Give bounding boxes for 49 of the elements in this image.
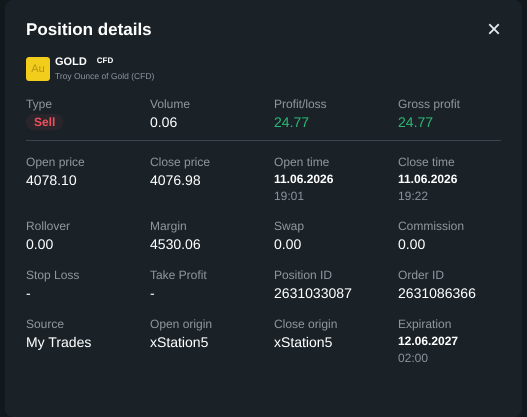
field-value: 24.77 <box>274 114 310 130</box>
field-label: Open price <box>26 155 86 169</box>
field-label: Profit/loss <box>274 97 328 111</box>
field-value: 2631086366 <box>398 285 477 301</box>
field-value: 11.06.2026 <box>398 172 458 186</box>
field-value: 0.00 <box>26 236 54 252</box>
field-value: My Trades <box>26 334 92 350</box>
field-label: Rollover <box>26 219 72 233</box>
field-label: Close time <box>398 155 456 169</box>
field-value: 0.00 <box>398 236 426 252</box>
field-value: xStation5 <box>274 334 334 350</box>
field-time: 19:01 <box>274 189 306 203</box>
field-value: 2631033087 <box>274 285 353 301</box>
field-label: Open time <box>274 155 330 169</box>
field-value: 12.06.2027 <box>398 334 460 348</box>
dialog-title: Position details <box>26 20 152 40</box>
field-label: Volume <box>150 97 192 111</box>
field-value: 4078.10 <box>26 172 78 188</box>
close-button[interactable]: × <box>482 18 505 42</box>
field-label: Open origin <box>150 317 214 331</box>
field-label: Gross profit <box>398 97 462 111</box>
field-value: 4530.06 <box>150 236 202 252</box>
field-value: 24.77 <box>398 114 434 130</box>
instrument-description: Troy Ounce of Gold (CFD) <box>55 71 154 81</box>
instrument-symbol: GOLD <box>55 56 87 68</box>
field-label: Order ID <box>398 268 446 282</box>
field-value: 4076.98 <box>150 172 202 188</box>
instrument-tag: CFD <box>96 56 114 64</box>
field-label: Swap <box>274 219 306 233</box>
field-label: Take Profit <box>150 268 208 282</box>
field-value: 0.00 <box>274 236 302 252</box>
field-label: Close price <box>150 155 212 169</box>
field-label: Stop Loss <box>26 268 80 282</box>
field-time: 02:00 <box>398 351 430 365</box>
field-label: Margin <box>150 219 188 233</box>
field-value: - <box>150 285 156 301</box>
type-tag: Sell <box>26 114 64 130</box>
field-time: 19:22 <box>398 189 430 203</box>
instrument-logo: Au <box>26 56 50 80</box>
field-value: 0.06 <box>150 114 178 130</box>
field-label: Position ID <box>274 268 334 282</box>
field-label: Expiration <box>398 317 452 331</box>
field-label: Source <box>26 317 66 331</box>
field-label: Close origin <box>274 317 338 331</box>
field-label: Commission <box>398 219 466 233</box>
field-value: - <box>26 285 32 301</box>
field-value: 11.06.2026 <box>274 172 334 186</box>
field-value: xStation5 <box>150 334 210 350</box>
field-label: Type <box>26 97 54 111</box>
